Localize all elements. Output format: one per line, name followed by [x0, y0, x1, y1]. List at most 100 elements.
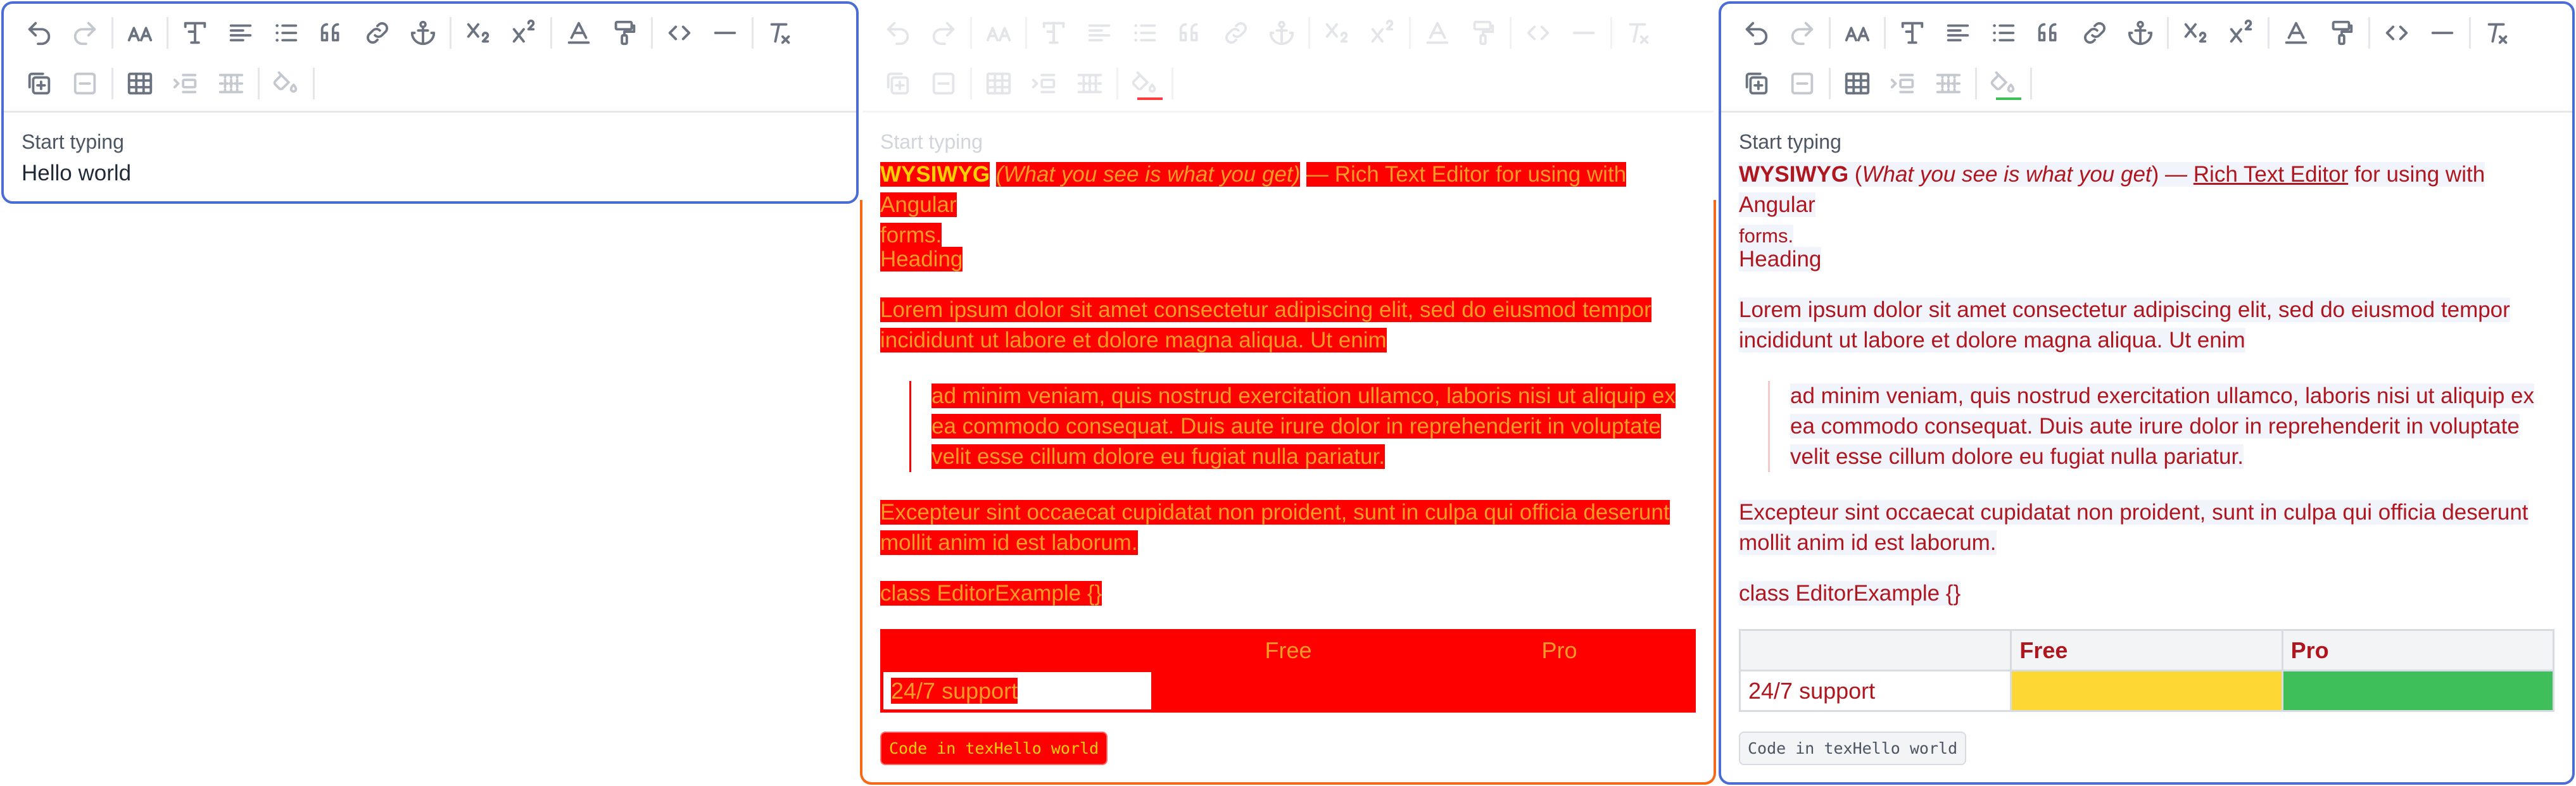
align-button[interactable]	[1935, 10, 1981, 56]
table-cells-button[interactable]	[208, 61, 254, 106]
text-style-button[interactable]	[172, 10, 218, 56]
table-cells-button[interactable]	[1926, 61, 1971, 106]
text-color-icon	[1423, 18, 1452, 47]
toolbar-separator	[752, 17, 754, 49]
title-rest-2: forms.	[1739, 225, 1794, 247]
table-button[interactable]	[117, 61, 163, 106]
indent-button[interactable]	[1021, 61, 1067, 106]
align-button[interactable]	[218, 10, 263, 56]
superscript-button[interactable]	[2218, 10, 2264, 56]
link-button[interactable]	[355, 10, 400, 56]
editor-panel-3: Start typing WYSIWYG (What you see is wh…	[1719, 1, 2575, 785]
toolbar-separator	[1510, 17, 1512, 49]
subscript-button[interactable]	[2173, 10, 2218, 56]
quote-button[interactable]	[309, 10, 355, 56]
font-size-button[interactable]	[976, 10, 1021, 56]
text-style-button[interactable]	[1890, 10, 1935, 56]
fill-color-button[interactable]	[263, 61, 309, 106]
redo-button[interactable]	[62, 10, 108, 56]
format-painter-button[interactable]	[2319, 10, 2364, 56]
font-size-icon	[984, 18, 1013, 47]
format-painter-icon	[1468, 18, 1498, 47]
quote-line1: ad minim veniam, quis nostrud exercitati…	[1790, 384, 2534, 408]
text-color-button[interactable]	[2273, 10, 2319, 56]
clear-format-button[interactable]	[1616, 10, 1662, 56]
superscript-button[interactable]	[1360, 10, 1405, 56]
remove-block-button[interactable]	[62, 61, 108, 106]
quote-button[interactable]	[2026, 10, 2072, 56]
table-head-free[interactable]: Free	[2010, 629, 2283, 671]
insert-block-button[interactable]	[16, 61, 62, 106]
text-color-button[interactable]	[1415, 10, 1460, 56]
table-icon	[984, 69, 1013, 98]
remove-block-button[interactable]	[921, 61, 966, 106]
format-painter-button[interactable]	[1460, 10, 1506, 56]
link-button[interactable]	[1213, 10, 1259, 56]
undo-icon	[883, 18, 912, 47]
code-icon	[2382, 18, 2411, 47]
table-head-pro[interactable]: Pro	[2281, 629, 2555, 671]
superscript-button[interactable]	[501, 10, 546, 56]
toolbar-separator	[970, 17, 972, 49]
insert-block-button[interactable]	[1734, 61, 1779, 106]
format-painter-button[interactable]	[602, 10, 647, 56]
redo-icon	[929, 18, 958, 47]
horizontal-rule-icon	[1569, 18, 1598, 47]
remove-block-button[interactable]	[1779, 61, 1825, 106]
editor-toolbar	[1721, 4, 2572, 113]
toolbar-separator	[313, 68, 315, 99]
toolbar-separator	[970, 68, 972, 99]
anchor-button[interactable]	[1259, 10, 1304, 56]
undo-button[interactable]	[16, 10, 62, 56]
link-icon	[363, 18, 392, 47]
clear-format-icon	[1624, 18, 1653, 47]
insert-block-button[interactable]	[875, 61, 921, 106]
undo-button[interactable]	[1734, 10, 1779, 56]
toolbar-separator	[258, 68, 260, 99]
placeholder-label: Start typing	[22, 130, 124, 153]
horizontal-rule-button[interactable]	[702, 10, 748, 56]
table-cell-free[interactable]	[2010, 670, 2283, 712]
editor-text[interactable]: Hello world	[22, 158, 838, 189]
align-button[interactable]	[1076, 10, 1122, 56]
table-cell-pro[interactable]	[2281, 670, 2555, 712]
editor-toolbar	[4, 4, 856, 113]
code-button[interactable]	[2374, 10, 2420, 56]
link-button[interactable]	[2072, 10, 2118, 56]
undo-button[interactable]	[875, 10, 921, 56]
list-button[interactable]	[1122, 10, 1168, 56]
table-button[interactable]	[976, 61, 1021, 106]
table-cells-icon	[1934, 69, 1963, 98]
code-button[interactable]	[1515, 10, 1561, 56]
subscript-button[interactable]	[455, 10, 501, 56]
anchor-button[interactable]	[400, 10, 446, 56]
format-painter-icon	[610, 18, 639, 47]
toolbar-separator	[2268, 17, 2270, 49]
table-cell-support[interactable]: 24/7 support	[1738, 670, 2012, 712]
list-button[interactable]	[1981, 10, 2026, 56]
quote-button[interactable]	[1168, 10, 1213, 56]
subscript-button[interactable]	[1314, 10, 1360, 56]
text-style-button[interactable]	[1031, 10, 1076, 56]
table-head-empty[interactable]	[1738, 629, 2012, 671]
font-size-button[interactable]	[117, 10, 163, 56]
clear-format-button[interactable]	[2475, 10, 2520, 56]
anchor-button[interactable]	[2118, 10, 2163, 56]
text-color-button[interactable]	[556, 10, 602, 56]
indent-button[interactable]	[163, 61, 208, 106]
clear-format-button[interactable]	[757, 10, 803, 56]
toolbar-separator	[651, 17, 653, 49]
list-button[interactable]	[263, 10, 309, 56]
horizontal-rule-button[interactable]	[1561, 10, 1607, 56]
redo-button[interactable]	[1779, 10, 1825, 56]
horizontal-rule-button[interactable]	[2420, 10, 2465, 56]
code-icon	[665, 18, 694, 47]
table-cells-button[interactable]	[1067, 61, 1113, 106]
rich-text-editor-link[interactable]: Rich Text Editor	[2194, 162, 2348, 187]
table-button[interactable]	[1834, 61, 1880, 106]
indent-button[interactable]	[1880, 61, 1926, 106]
font-size-button[interactable]	[1834, 10, 1880, 56]
redo-button[interactable]	[921, 10, 966, 56]
code-button[interactable]	[657, 10, 702, 56]
toolbar-separator	[2469, 17, 2471, 49]
